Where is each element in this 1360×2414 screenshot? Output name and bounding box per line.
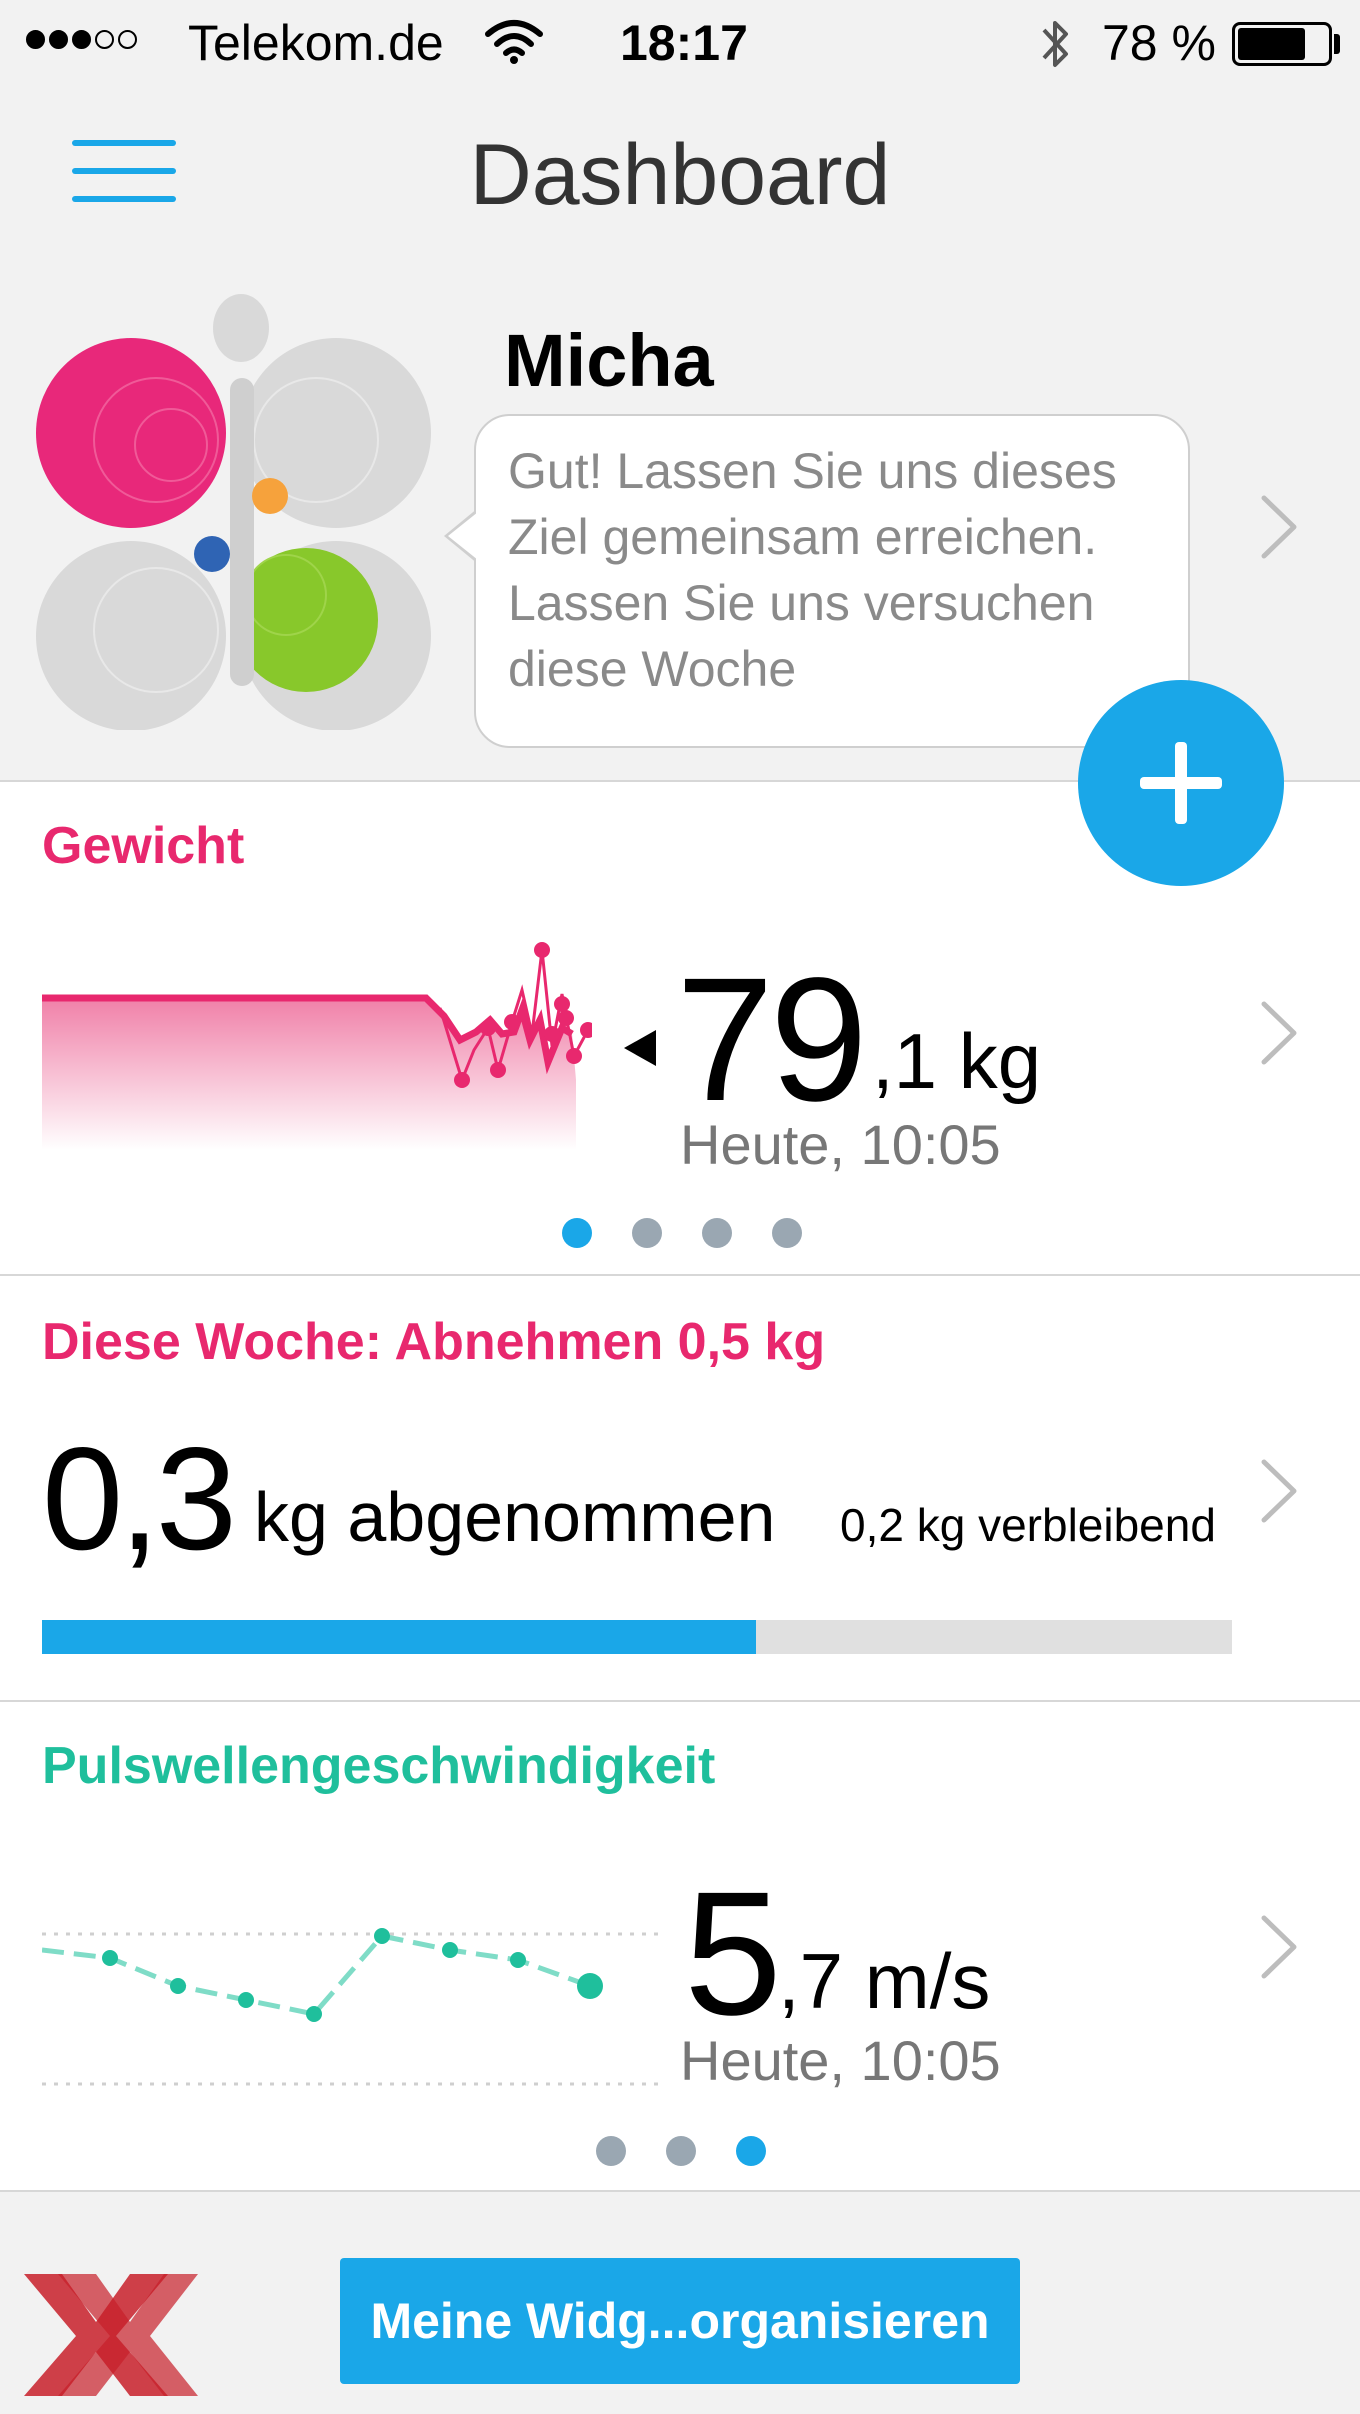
battery-tip bbox=[1334, 34, 1340, 54]
pwv-timestamp: Heute, 10:05 bbox=[680, 2029, 1001, 2092]
wifi-icon bbox=[485, 20, 543, 64]
plus-icon-v bbox=[1175, 742, 1187, 824]
pwv-value-unit: ,7 m/s bbox=[778, 1937, 991, 2025]
carrier-name: Telekom.de bbox=[188, 15, 444, 71]
status-time: 18:17 bbox=[620, 15, 748, 71]
user-name: Micha bbox=[504, 319, 714, 402]
page-dot[interactable] bbox=[702, 1218, 732, 1248]
goal-progress-bar bbox=[42, 1620, 1232, 1654]
weight-sparkline bbox=[42, 942, 592, 1150]
goal-label: kg abgenommen bbox=[254, 1478, 776, 1556]
avatar-flower-icon bbox=[36, 294, 431, 730]
page-dot[interactable] bbox=[632, 1218, 662, 1248]
battery-percent: 78 % bbox=[1102, 15, 1216, 71]
weight-timestamp: Heute, 10:05 bbox=[680, 1113, 1001, 1176]
add-button[interactable] bbox=[1078, 680, 1284, 886]
signal-strength-icon bbox=[26, 30, 137, 49]
pwv-page-indicator[interactable] bbox=[596, 2136, 766, 2166]
battery-icon bbox=[1232, 22, 1332, 66]
bluetooth-icon bbox=[1042, 21, 1068, 67]
nav-bar: Dashboard bbox=[0, 86, 1360, 252]
chevron-right-icon[interactable] bbox=[1256, 998, 1302, 1068]
weight-page-indicator[interactable] bbox=[562, 1218, 802, 1248]
coach-message-bubble: Gut! Lassen Sie uns dieses Ziel gemeinsa… bbox=[474, 414, 1190, 748]
trend-down-arrow-icon bbox=[624, 1030, 656, 1066]
battery-level-fill bbox=[1238, 28, 1306, 60]
page-dot[interactable] bbox=[562, 1218, 592, 1248]
page-dot[interactable] bbox=[772, 1218, 802, 1248]
watermark-logo-icon bbox=[24, 2274, 198, 2396]
weight-card-title: Gewicht bbox=[42, 817, 245, 875]
weight-value-main: 79 bbox=[676, 942, 868, 1138]
goal-progress-fill bbox=[42, 1620, 756, 1654]
chevron-right-icon[interactable] bbox=[1256, 492, 1302, 562]
page-dot[interactable] bbox=[666, 2136, 696, 2166]
page-dot[interactable] bbox=[736, 2136, 766, 2166]
page-title: Dashboard bbox=[469, 127, 891, 223]
weight-value-unit: ,1 kg bbox=[872, 1017, 1042, 1105]
organize-widgets-button[interactable]: Meine Widg...organisieren bbox=[340, 2258, 1020, 2384]
chevron-right-icon[interactable] bbox=[1256, 1912, 1302, 1982]
goal-card-title: Diese Woche: Abnehmen 0,5 kg bbox=[42, 1313, 826, 1371]
speech-bubble-tail-fill bbox=[448, 512, 478, 560]
pwv-card[interactable]: Pulswellengeschwindigkeit 5 ,7 m/s Heute… bbox=[0, 1700, 1360, 2190]
page-dot[interactable] bbox=[596, 2136, 626, 2166]
chevron-right-icon[interactable] bbox=[1256, 1456, 1302, 1526]
goal-remaining: 0,2 kg verbleibend bbox=[840, 1499, 1216, 1551]
goal-value: 0,3 bbox=[42, 1417, 237, 1580]
status-bar: Telekom.de 18:17 78 % bbox=[0, 0, 1360, 86]
pwv-sparkline bbox=[42, 1928, 662, 2086]
pwv-value-main: 5 bbox=[684, 1856, 782, 2052]
pwv-card-title: Pulswellengeschwindigkeit bbox=[42, 1737, 716, 1795]
bottom-bar: Meine Widg...organisieren bbox=[0, 2190, 1360, 2414]
